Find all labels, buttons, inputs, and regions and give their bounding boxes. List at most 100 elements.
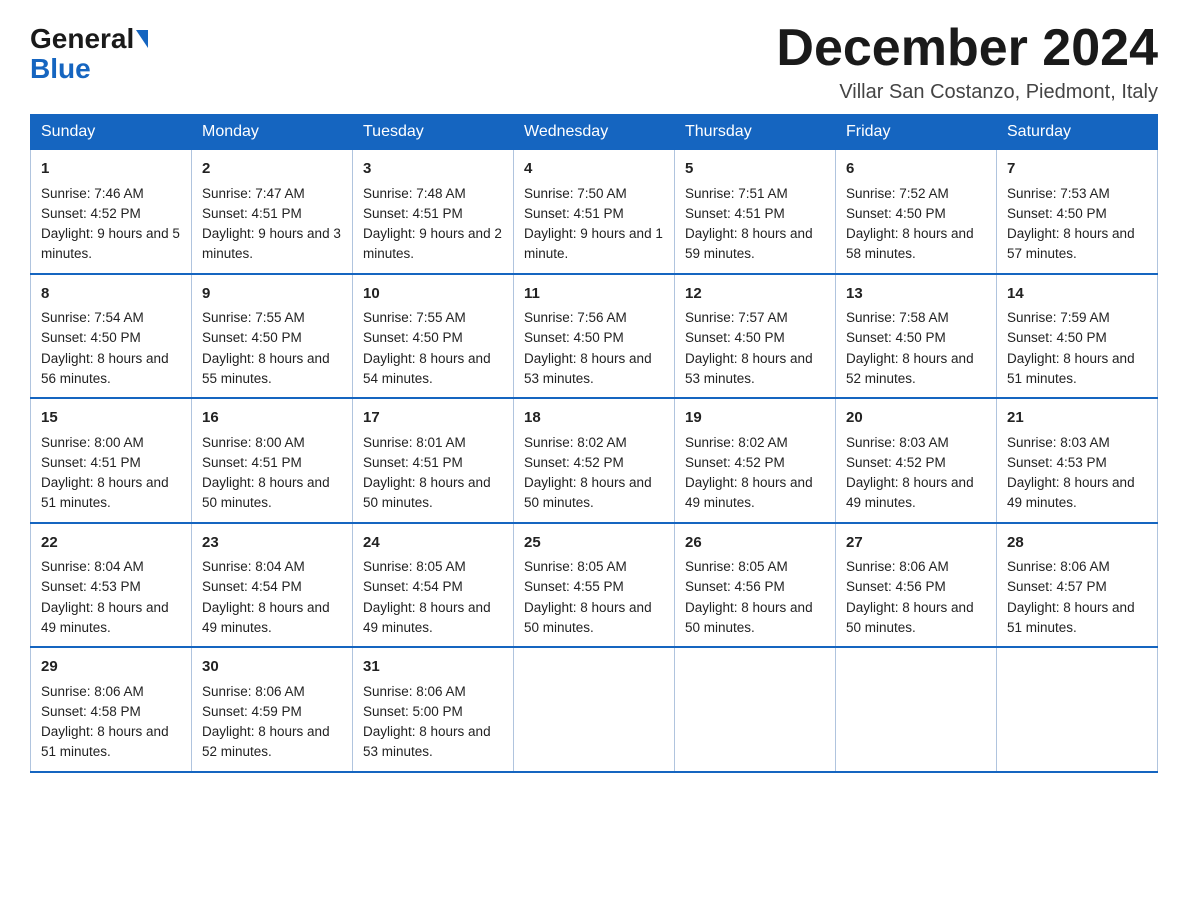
day-info: Sunrise: 7:47 AMSunset: 4:51 PMDaylight:… — [202, 186, 341, 262]
day-info: Sunrise: 7:58 AMSunset: 4:50 PMDaylight:… — [846, 310, 974, 386]
calendar-cell: 21 Sunrise: 8:03 AMSunset: 4:53 PMDaylig… — [997, 398, 1158, 523]
day-number: 24 — [363, 532, 503, 555]
calendar-cell: 10 Sunrise: 7:55 AMSunset: 4:50 PMDaylig… — [353, 274, 514, 399]
calendar-cell — [514, 647, 675, 772]
calendar-cell: 12 Sunrise: 7:57 AMSunset: 4:50 PMDaylig… — [675, 274, 836, 399]
day-info: Sunrise: 8:00 AMSunset: 4:51 PMDaylight:… — [41, 435, 169, 511]
day-info: Sunrise: 8:04 AMSunset: 4:53 PMDaylight:… — [41, 559, 169, 635]
day-info: Sunrise: 8:02 AMSunset: 4:52 PMDaylight:… — [524, 435, 652, 511]
header-thursday: Thursday — [675, 115, 836, 150]
day-info: Sunrise: 8:03 AMSunset: 4:52 PMDaylight:… — [846, 435, 974, 511]
day-number: 30 — [202, 656, 342, 679]
day-number: 16 — [202, 407, 342, 430]
day-number: 10 — [363, 283, 503, 306]
calendar-cell — [675, 647, 836, 772]
day-number: 11 — [524, 283, 664, 306]
day-number: 18 — [524, 407, 664, 430]
calendar-cell: 9 Sunrise: 7:55 AMSunset: 4:50 PMDayligh… — [192, 274, 353, 399]
day-info: Sunrise: 7:54 AMSunset: 4:50 PMDaylight:… — [41, 310, 169, 386]
calendar-cell: 26 Sunrise: 8:05 AMSunset: 4:56 PMDaylig… — [675, 523, 836, 648]
day-info: Sunrise: 7:57 AMSunset: 4:50 PMDaylight:… — [685, 310, 813, 386]
day-number: 17 — [363, 407, 503, 430]
header-wednesday: Wednesday — [514, 115, 675, 150]
header-monday: Monday — [192, 115, 353, 150]
calendar-header-row: SundayMondayTuesdayWednesdayThursdayFrid… — [31, 115, 1158, 150]
day-info: Sunrise: 7:52 AMSunset: 4:50 PMDaylight:… — [846, 186, 974, 262]
calendar-cell — [836, 647, 997, 772]
day-number: 6 — [846, 158, 986, 181]
day-info: Sunrise: 8:05 AMSunset: 4:55 PMDaylight:… — [524, 559, 652, 635]
calendar-cell: 30 Sunrise: 8:06 AMSunset: 4:59 PMDaylig… — [192, 647, 353, 772]
calendar-cell: 27 Sunrise: 8:06 AMSunset: 4:56 PMDaylig… — [836, 523, 997, 648]
calendar-cell: 5 Sunrise: 7:51 AMSunset: 4:51 PMDayligh… — [675, 150, 836, 274]
calendar-cell: 8 Sunrise: 7:54 AMSunset: 4:50 PMDayligh… — [31, 274, 192, 399]
day-info: Sunrise: 7:55 AMSunset: 4:50 PMDaylight:… — [363, 310, 491, 386]
calendar-cell: 2 Sunrise: 7:47 AMSunset: 4:51 PMDayligh… — [192, 150, 353, 274]
day-number: 3 — [363, 158, 503, 181]
logo-arrow-icon — [136, 30, 148, 48]
calendar-cell: 19 Sunrise: 8:02 AMSunset: 4:52 PMDaylig… — [675, 398, 836, 523]
day-info: Sunrise: 8:04 AMSunset: 4:54 PMDaylight:… — [202, 559, 330, 635]
day-number: 2 — [202, 158, 342, 181]
calendar-cell: 18 Sunrise: 8:02 AMSunset: 4:52 PMDaylig… — [514, 398, 675, 523]
calendar-cell: 29 Sunrise: 8:06 AMSunset: 4:58 PMDaylig… — [31, 647, 192, 772]
day-number: 26 — [685, 532, 825, 555]
day-number: 22 — [41, 532, 181, 555]
day-number: 21 — [1007, 407, 1147, 430]
calendar-table: SundayMondayTuesdayWednesdayThursdayFrid… — [30, 114, 1158, 773]
day-number: 27 — [846, 532, 986, 555]
day-info: Sunrise: 7:59 AMSunset: 4:50 PMDaylight:… — [1007, 310, 1135, 386]
calendar-cell: 17 Sunrise: 8:01 AMSunset: 4:51 PMDaylig… — [353, 398, 514, 523]
day-info: Sunrise: 7:46 AMSunset: 4:52 PMDaylight:… — [41, 186, 180, 262]
calendar-cell: 13 Sunrise: 7:58 AMSunset: 4:50 PMDaylig… — [836, 274, 997, 399]
day-info: Sunrise: 7:53 AMSunset: 4:50 PMDaylight:… — [1007, 186, 1135, 262]
day-info: Sunrise: 7:51 AMSunset: 4:51 PMDaylight:… — [685, 186, 813, 262]
calendar-cell: 3 Sunrise: 7:48 AMSunset: 4:51 PMDayligh… — [353, 150, 514, 274]
calendar-cell: 28 Sunrise: 8:06 AMSunset: 4:57 PMDaylig… — [997, 523, 1158, 648]
day-info: Sunrise: 8:03 AMSunset: 4:53 PMDaylight:… — [1007, 435, 1135, 511]
calendar-cell: 14 Sunrise: 7:59 AMSunset: 4:50 PMDaylig… — [997, 274, 1158, 399]
header-sunday: Sunday — [31, 115, 192, 150]
calendar-cell: 15 Sunrise: 8:00 AMSunset: 4:51 PMDaylig… — [31, 398, 192, 523]
day-number: 5 — [685, 158, 825, 181]
week-row-4: 22 Sunrise: 8:04 AMSunset: 4:53 PMDaylig… — [31, 523, 1158, 648]
calendar-cell: 24 Sunrise: 8:05 AMSunset: 4:54 PMDaylig… — [353, 523, 514, 648]
day-number: 31 — [363, 656, 503, 679]
calendar-cell: 4 Sunrise: 7:50 AMSunset: 4:51 PMDayligh… — [514, 150, 675, 274]
page-header: General Blue December 2024 Villar San Co… — [30, 20, 1158, 104]
week-row-1: 1 Sunrise: 7:46 AMSunset: 4:52 PMDayligh… — [31, 150, 1158, 274]
day-info: Sunrise: 7:55 AMSunset: 4:50 PMDaylight:… — [202, 310, 330, 386]
day-info: Sunrise: 7:48 AMSunset: 4:51 PMDaylight:… — [363, 186, 502, 262]
day-info: Sunrise: 8:06 AMSunset: 4:56 PMDaylight:… — [846, 559, 974, 635]
logo-blue: Blue — [30, 53, 91, 85]
day-info: Sunrise: 8:06 AMSunset: 4:58 PMDaylight:… — [41, 684, 169, 760]
day-number: 28 — [1007, 532, 1147, 555]
header-friday: Friday — [836, 115, 997, 150]
day-number: 4 — [524, 158, 664, 181]
day-number: 15 — [41, 407, 181, 430]
day-number: 13 — [846, 283, 986, 306]
calendar-cell: 23 Sunrise: 8:04 AMSunset: 4:54 PMDaylig… — [192, 523, 353, 648]
calendar-cell: 1 Sunrise: 7:46 AMSunset: 4:52 PMDayligh… — [31, 150, 192, 274]
day-info: Sunrise: 7:56 AMSunset: 4:50 PMDaylight:… — [524, 310, 652, 386]
day-number: 25 — [524, 532, 664, 555]
day-info: Sunrise: 8:05 AMSunset: 4:56 PMDaylight:… — [685, 559, 813, 635]
day-info: Sunrise: 7:50 AMSunset: 4:51 PMDaylight:… — [524, 186, 663, 262]
day-info: Sunrise: 8:06 AMSunset: 4:59 PMDaylight:… — [202, 684, 330, 760]
header-tuesday: Tuesday — [353, 115, 514, 150]
day-info: Sunrise: 8:05 AMSunset: 4:54 PMDaylight:… — [363, 559, 491, 635]
week-row-3: 15 Sunrise: 8:00 AMSunset: 4:51 PMDaylig… — [31, 398, 1158, 523]
month-title: December 2024 — [776, 20, 1158, 77]
day-number: 7 — [1007, 158, 1147, 181]
title-block: December 2024 Villar San Costanzo, Piedm… — [776, 20, 1158, 104]
day-info: Sunrise: 8:00 AMSunset: 4:51 PMDaylight:… — [202, 435, 330, 511]
week-row-5: 29 Sunrise: 8:06 AMSunset: 4:58 PMDaylig… — [31, 647, 1158, 772]
location-text: Villar San Costanzo, Piedmont, Italy — [776, 81, 1158, 104]
day-number: 19 — [685, 407, 825, 430]
week-row-2: 8 Sunrise: 7:54 AMSunset: 4:50 PMDayligh… — [31, 274, 1158, 399]
calendar-cell — [997, 647, 1158, 772]
day-info: Sunrise: 8:01 AMSunset: 4:51 PMDaylight:… — [363, 435, 491, 511]
day-info: Sunrise: 8:06 AMSunset: 4:57 PMDaylight:… — [1007, 559, 1135, 635]
day-number: 14 — [1007, 283, 1147, 306]
calendar-cell: 7 Sunrise: 7:53 AMSunset: 4:50 PMDayligh… — [997, 150, 1158, 274]
